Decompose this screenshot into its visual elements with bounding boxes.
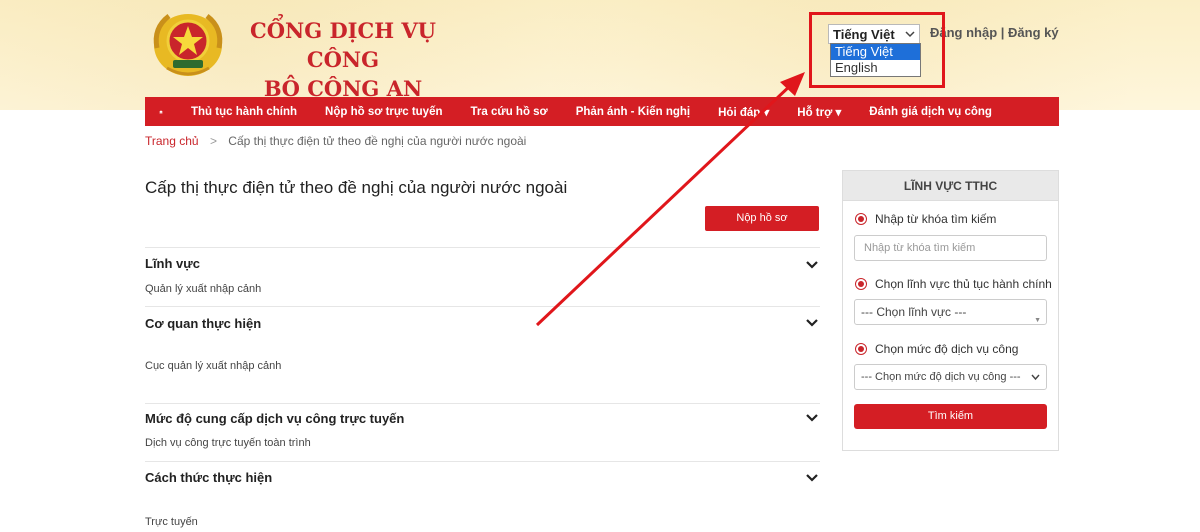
main-nav: Thủ tục hành chính Nộp hồ sơ trực tuyến … (145, 97, 1059, 126)
sidebar-heading: LĨNH VỰC TTHC (843, 171, 1058, 201)
field-select[interactable]: --- Chọn lĩnh vực --- ▼ (854, 299, 1047, 325)
auth-links[interactable]: Đăng nhập | Đăng ký (930, 25, 1059, 40)
section-value: Dịch vụ công trực tuyến toàn trình (145, 437, 311, 449)
nav-item-faq[interactable]: Hỏi đáp ▾ (704, 105, 783, 119)
section-value: Cục quản lý xuất nhập cảnh (145, 360, 282, 372)
nav-item-faq-label: Hỏi đáp (718, 106, 761, 119)
service-level-select[interactable]: --- Chọn mức độ dịch vụ công --- (854, 364, 1047, 390)
keyword-search-input[interactable]: Nhập từ khóa tìm kiếm (854, 235, 1047, 261)
language-option-english[interactable]: English (831, 60, 920, 76)
radio-level[interactable]: Chọn mức độ dịch vụ công (855, 342, 1018, 356)
breadcrumb-separator: > (209, 134, 217, 148)
radio-field-label: Chọn lĩnh vực thủ tục hành chính (875, 277, 1052, 291)
site-title[interactable]: CỔNG DỊCH VỤ CÔNG BỘ CÔNG AN (243, 16, 443, 103)
section-title: Cách thức thực hiện (145, 470, 273, 485)
breadcrumb: Trang chủ > Cấp thị thực điện tử theo đề… (145, 134, 526, 148)
nav-item-rating[interactable]: Đánh giá dịch vụ công (855, 106, 1006, 118)
field-select-value: --- Chọn lĩnh vực --- (861, 305, 967, 319)
section-title: Mức độ cung cấp dịch vụ công trực tuyến (145, 411, 405, 426)
radio-selected-icon[interactable] (855, 343, 867, 355)
dropdown-caret-icon: ▾ (835, 106, 842, 119)
nav-item-feedback[interactable]: Phản ánh - Kiến nghị (562, 106, 704, 118)
breadcrumb-current: Cấp thị thực điện tử theo đề nghị của ng… (228, 134, 527, 148)
section-method[interactable]: Cách thức thực hiện Trực tuyến (145, 461, 820, 532)
chevron-down-icon[interactable] (806, 260, 818, 270)
submit-application-button[interactable]: Nộp hồ sơ (705, 206, 819, 231)
chevron-down-icon[interactable] (806, 473, 818, 483)
radio-selected-icon[interactable] (855, 213, 867, 225)
breadcrumb-home[interactable]: Trang chủ (145, 134, 199, 148)
search-button[interactable]: Tìm kiếm (854, 404, 1047, 429)
radio-field[interactable]: Chọn lĩnh vực thủ tục hành chính (855, 277, 1052, 291)
nav-item-support[interactable]: Hỗ trợ ▾ (783, 105, 855, 119)
chevron-down-icon[interactable] (806, 318, 818, 328)
nav-item-support-label: Hỗ trợ (797, 106, 833, 119)
nav-item-lookup[interactable]: Tra cứu hồ sơ (457, 106, 562, 118)
site-title-line1: CỔNG DỊCH VỤ CÔNG (250, 18, 436, 72)
service-level-select-value: --- Chọn mức độ dịch vụ công --- (861, 371, 1021, 383)
language-select[interactable]: Tiếng Việt (828, 24, 920, 44)
section-field[interactable]: Lĩnh vực Quản lý xuất nhập cảnh (145, 247, 820, 305)
nav-home[interactable] (145, 107, 177, 117)
section-service-level[interactable]: Mức độ cung cấp dịch vụ công trực tuyến … (145, 403, 820, 460)
section-value: Quản lý xuất nhập cảnh (145, 283, 262, 295)
radio-selected-icon[interactable] (855, 278, 867, 290)
chevron-down-icon[interactable] (806, 413, 818, 423)
police-emblem-icon[interactable] (147, 8, 229, 78)
language-option-vietnamese[interactable]: Tiếng Việt (831, 44, 920, 60)
nav-item-procedures[interactable]: Thủ tục hành chính (177, 106, 311, 118)
chevron-down-icon (1031, 374, 1040, 381)
radio-keyword-label: Nhập từ khóa tìm kiếm (875, 212, 997, 226)
procedure-filter-panel: LĨNH VỰC TTHC Nhập từ khóa tìm kiếm Nhập… (842, 170, 1059, 451)
select-arrow-icon: ▼ (1034, 317, 1041, 324)
section-title: Cơ quan thực hiện (145, 316, 262, 331)
section-agency[interactable]: Cơ quan thực hiện Cục quản lý xuất nhập … (145, 306, 820, 402)
chevron-down-icon (905, 31, 915, 38)
home-icon (159, 109, 163, 114)
language-select-value: Tiếng Việt (833, 27, 895, 42)
section-title: Lĩnh vực (145, 256, 200, 271)
page-title: Cấp thị thực điện tử theo đề nghị của ng… (145, 178, 568, 197)
section-value: Trực tuyến (145, 516, 198, 528)
radio-keyword[interactable]: Nhập từ khóa tìm kiếm (855, 212, 996, 226)
dropdown-caret-icon: ▾ (763, 106, 770, 119)
radio-level-label: Chọn mức độ dịch vụ công (875, 342, 1019, 356)
nav-item-submit-online[interactable]: Nộp hồ sơ trực tuyến (311, 106, 456, 118)
language-dropdown: Tiếng Việt English (830, 43, 921, 77)
